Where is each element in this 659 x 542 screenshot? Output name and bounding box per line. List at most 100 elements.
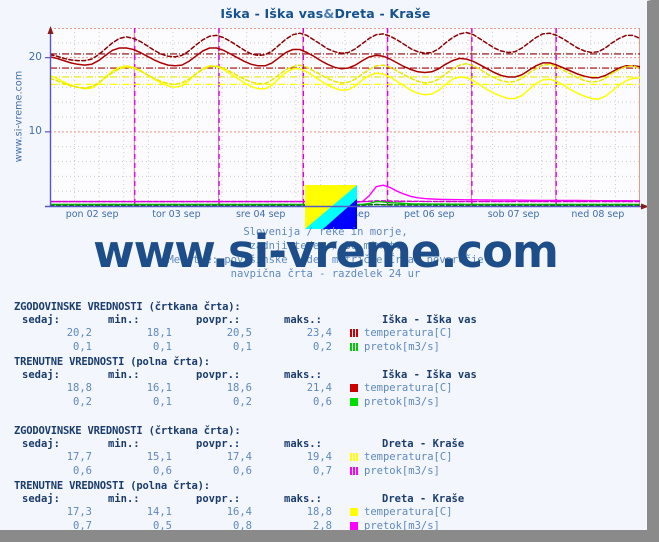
cell-now: 0,1 [73,340,92,353]
column-header-max: maks.: [284,438,322,451]
cell-avg: 16,4 [226,506,252,519]
cell-now: 0,6 [73,464,92,477]
cell-now: 17,3 [66,506,92,519]
series-label: temperatura[C] [364,506,453,519]
series-label: pretok[m3/s] [364,395,440,408]
cell-now: 0,7 [73,519,92,532]
column-header-now: sedaj: [22,369,60,382]
x-axis-tick-label: ned 08 sep [571,209,625,220]
column-header-now: sedaj: [22,314,60,327]
cell-min: 0,1 [153,395,172,408]
series-color-swatch [350,508,358,517]
cell-now: 0,2 [73,395,92,408]
cell-max: 18,8 [306,506,332,519]
cell-avg: 20,5 [226,327,252,340]
series-label: pretok[m3/s] [364,340,440,353]
series-color-swatch [350,397,358,406]
stats-section-title: ZGODOVINSKE VREDNOSTI (črtkana črta): [14,425,241,437]
column-header-avg: povpr.: [196,438,241,451]
subtitle-line-4: navpična črta - razdelek 24 ur [230,268,421,280]
cell-avg: 0,8 [233,519,252,532]
series-color-swatch [350,329,358,338]
cell-max: 0,2 [313,340,332,353]
subtitle-line-3: Meritve: površinske vode: metrične Črta:… [167,254,484,266]
cell-avg: 18,6 [226,382,252,395]
cell-avg: 0,1 [233,340,252,353]
table-row: 18,8 16,1 18,6 21,4 temperatura[C] [14,382,477,395]
cell-now: 18,8 [66,382,92,395]
series-label: pretok[m3/s] [364,464,440,477]
subtitle-line-2: zadnji teden / 30 minut. [249,240,402,252]
y-axis-tick-label: 20 [28,50,42,63]
station-name: Iška - Iška vas [382,314,477,327]
cell-max: 2,8 [313,519,332,532]
table-row: 0,1 0,1 0,1 0,2 pretok[m3/s] [14,341,477,354]
x-axis-tick-label: sob 07 sep [487,209,540,220]
series-color-swatch [350,342,358,351]
stats-header-row: sedaj: min.: povpr.: maks.: Iška - Iška vas [14,369,477,382]
series-label: temperatura[C] [364,382,453,395]
cell-min: 0,5 [153,519,172,532]
cell-avg: 17,4 [226,451,252,464]
series-color-swatch [350,521,358,530]
series-label: temperatura[C] [364,327,453,340]
x-axis-tick-label: pon 02 sep [65,209,119,220]
stats-table: TRENUTNE VREDNOSTI (polna črta): sedaj: mi… [14,480,464,532]
cell-max: 0,6 [313,395,332,408]
stats-section-title: TRENUTNE VREDNOSTI (polna črta): [14,356,210,368]
chart-plot-area [50,28,640,206]
table-row: 0,2 0,1 0,2 0,6 pretok[m3/s] [14,396,477,409]
cell-avg: 0,6 [233,464,252,477]
cell-min: 0,6 [153,464,172,477]
cell-min: 14,1 [146,506,172,519]
cell-now: 17,7 [66,451,92,464]
table-row: 17,7 15,1 17,4 19,4 temperatura[C] [14,451,464,464]
series-color-swatch [350,453,358,462]
stats-header-row: sedaj: min.: povpr.: maks.: Dreta - Kraše [14,493,464,506]
table-row: 17,3 14,1 16,4 18,8 temperatura[C] [14,506,464,519]
title-station-left: Iška - Iška vas [220,6,324,21]
x-axis-tick-label: tor 03 sep [152,209,201,220]
stats-table: ZGODOVINSKE VREDNOSTI (črtkana črta): sed… [14,425,464,478]
series-label: pretok[m3/s] [364,519,440,532]
column-header-min: min.: [108,369,140,382]
column-header-min: min.: [108,438,140,451]
x-axis-tick-label: pet 06 sep [404,209,455,220]
cell-min: 0,1 [153,340,172,353]
column-header-avg: povpr.: [196,314,241,327]
column-header-max: maks.: [284,369,322,382]
series-color-swatch [350,384,358,393]
column-header-max: maks.: [284,493,322,506]
cell-min: 18,1 [146,327,172,340]
chart-subtitle: Slovenija / reke in morje, zadnji teden … [0,225,647,281]
stats-section-title: ZGODOVINSKE VREDNOSTI (črtkana črta): [14,301,241,313]
table-row: 20,2 18,1 20,5 23,4 temperatura[C] [14,327,477,340]
cell-max: 0,7 [313,464,332,477]
stats-header-row: sedaj: min.: povpr.: maks.: Iška - Iška vas [14,314,477,327]
station-name: Dreta - Kraše [382,438,465,451]
column-header-avg: povpr.: [196,369,241,382]
stats-section-title: TRENUTNE VREDNOSTI (polna črta): [14,480,210,492]
cell-max: 21,4 [306,382,332,395]
cell-min: 16,1 [146,382,172,395]
station-name: Iška - Iška vas [382,369,477,382]
cell-max: 23,4 [306,327,332,340]
column-header-min: min.: [108,314,140,327]
stats-header-row: sedaj: min.: povpr.: maks.: Dreta - Kraše [14,438,464,451]
table-row: 0,7 0,5 0,8 2,8 pretok[m3/s] [14,519,464,532]
cell-min: 15,1 [146,451,172,464]
cell-avg: 0,2 [233,395,252,408]
column-header-avg: povpr.: [196,493,241,506]
series-color-swatch [350,466,358,475]
site-watermark-vertical: www.si-vreme.com [13,70,25,163]
column-header-now: sedaj: [22,438,60,451]
slovenia-flag-logo [305,185,357,229]
stats-table: TRENUTNE VREDNOSTI (polna črta): sedaj: mi… [14,356,477,409]
column-header-now: sedaj: [22,493,60,506]
chart-page: Iška - Iška vas&Dreta - Kraše www.si-vre… [0,0,651,534]
table-row: 0,6 0,6 0,6 0,7 pretok[m3/s] [14,465,464,478]
series-label: temperatura[C] [364,451,453,464]
x-axis-tick-label: sre 04 sep [235,209,286,220]
cell-now: 20,2 [66,327,92,340]
page-title: Iška - Iška vas&Dreta - Kraše [0,6,647,21]
